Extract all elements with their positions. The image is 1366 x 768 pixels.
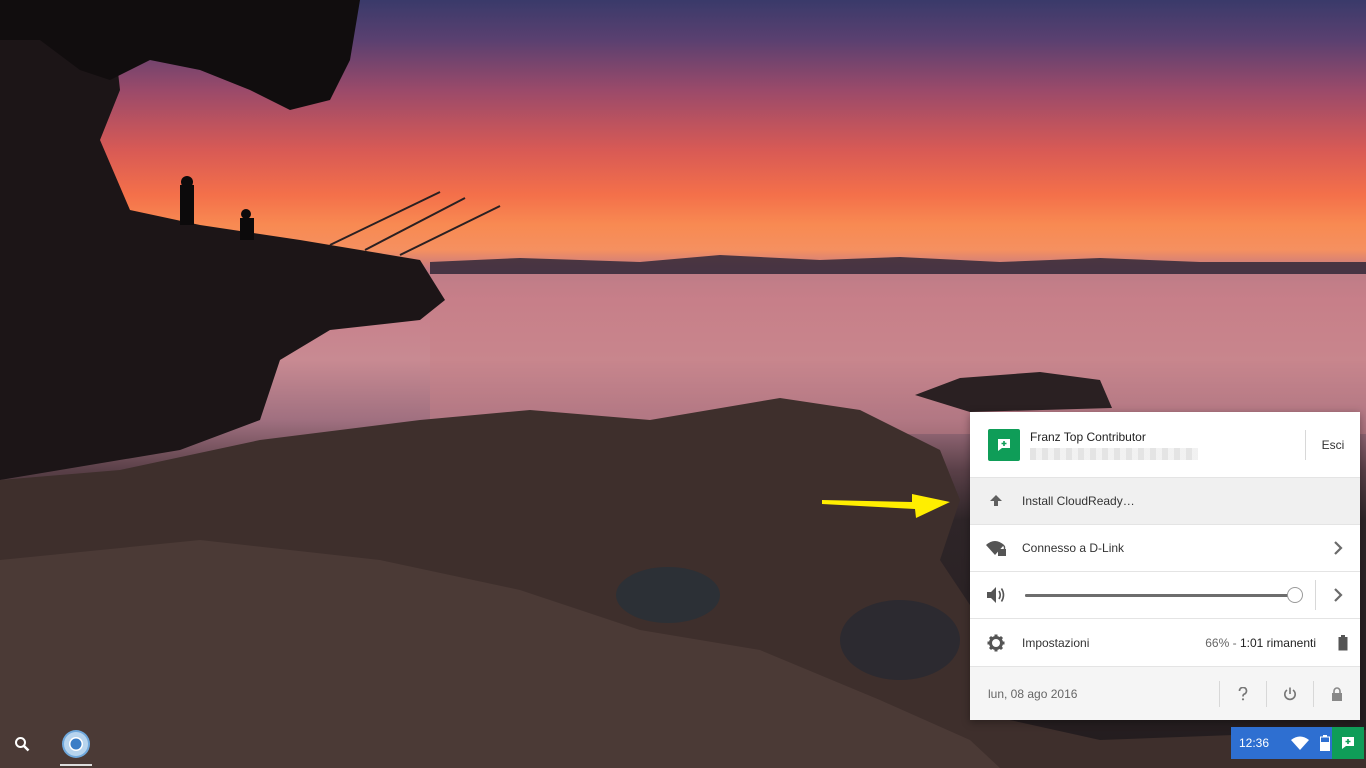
status-area[interactable]: 12:36 (1231, 727, 1364, 759)
volume-icon[interactable] (986, 586, 1006, 604)
audio-settings-chevron-right-icon[interactable] (1316, 587, 1360, 603)
battery-percent: 66% (1205, 635, 1230, 650)
help-icon (1238, 686, 1248, 700)
user-name: Franz Top Contributor (1030, 429, 1146, 444)
user-avatar (988, 428, 1020, 461)
settings-item[interactable]: Impostazioni 66% - 1:01 rimanenti (970, 619, 1360, 666)
launcher-search-icon (15, 737, 30, 752)
notification-icon (1342, 737, 1354, 749)
install-cloudready-item[interactable]: Install CloudReady… (970, 478, 1360, 525)
gear-icon (987, 634, 1005, 651)
network-chevron-right-icon[interactable] (1316, 540, 1360, 556)
power-icon (1284, 687, 1296, 700)
help-button[interactable] (1220, 667, 1266, 721)
network-label: Connesso a D-Link (1022, 541, 1125, 555)
lock-icon (1332, 686, 1342, 701)
upload-arrow-icon (990, 495, 1002, 506)
network-item[interactable]: Connesso a D-Link (970, 525, 1360, 572)
tray-footer: lun, 08 ago 2016 (970, 666, 1360, 720)
settings-label: Impostazioni (1022, 635, 1090, 650)
wifi-icon (1291, 736, 1309, 750)
battery-time-remaining: 1:01 rimanenti (1239, 635, 1316, 650)
launcher-button[interactable] (8, 730, 36, 758)
volume-item (970, 572, 1360, 619)
chrome-shelf-item[interactable] (60, 728, 92, 766)
user-card: Franz Top Contributor Esci (970, 412, 1360, 478)
battery-icon (1320, 735, 1330, 751)
volume-slider-thumb[interactable] (1287, 587, 1304, 603)
lock-button[interactable] (1314, 667, 1360, 721)
date-label: lun, 08 ago 2016 (988, 686, 1078, 701)
sign-out-button[interactable]: Esci (1306, 438, 1360, 452)
system-tray-menu: Franz Top Contributor Esci Install Cloud… (970, 412, 1360, 720)
volume-slider[interactable] (1022, 585, 1305, 605)
install-cloudready-label: Install CloudReady… (1022, 494, 1135, 508)
chrome-icon (62, 730, 90, 758)
clock: 12:36 (1239, 736, 1270, 750)
user-email-redacted (1030, 447, 1198, 460)
active-indicator (60, 764, 92, 766)
yellow-arrow-annotation (822, 494, 950, 518)
power-button[interactable] (1267, 667, 1313, 721)
battery-icon (1338, 634, 1348, 650)
feedback-chat-icon (998, 438, 1010, 451)
notification-button[interactable] (1332, 727, 1364, 759)
wifi-secure-icon (986, 541, 1006, 556)
battery-status: 66% - 1:01 rimanenti (1205, 635, 1316, 650)
